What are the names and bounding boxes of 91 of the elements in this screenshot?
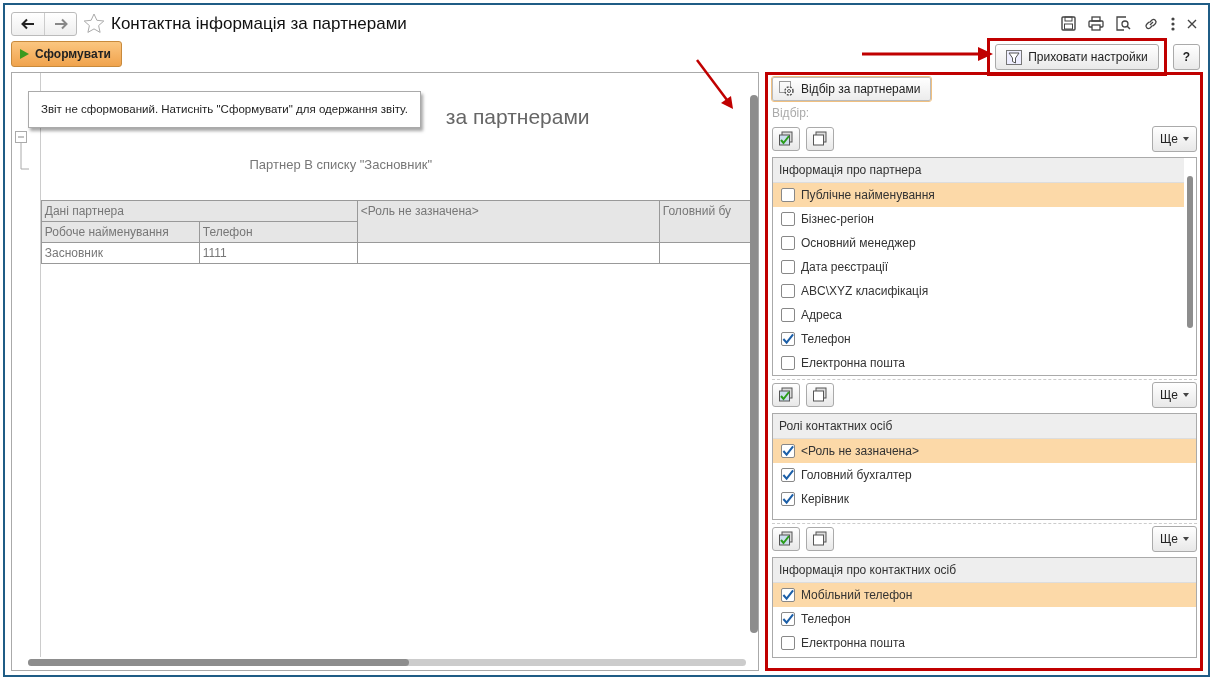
checkbox-label: ABC\XYZ класифікація <box>800 283 929 300</box>
uncheck-all-button[interactable] <box>805 383 834 407</box>
checkbox-label: Дата реєстрації <box>800 259 889 276</box>
table-cell: Засновник <box>41 242 200 264</box>
report-title: за партнерами <box>445 104 591 130</box>
checkbox[interactable] <box>780 332 795 346</box>
list-row[interactable]: Мобільний телефон <box>772 583 1196 607</box>
check-all-button[interactable] <box>771 383 800 407</box>
checkbox[interactable] <box>780 308 795 322</box>
more-icon[interactable] <box>1171 16 1175 31</box>
more-button[interactable]: Ще <box>1152 382 1197 408</box>
check-all-icon <box>777 387 794 403</box>
preview-icon[interactable] <box>1116 16 1131 31</box>
list-row[interactable]: Головний бухгалтер <box>772 463 1196 487</box>
checkbox[interactable] <box>780 612 795 626</box>
tooltip: Звіт не сформований. Натисніть "Сформувати" для одержання звіту. <box>28 91 421 129</box>
checkbox[interactable] <box>780 492 795 506</box>
checkbox-label: Електронна пошта <box>800 635 905 652</box>
uncheck-all-icon <box>811 531 828 547</box>
checkbox[interactable] <box>780 188 795 202</box>
list-row[interactable]: Телефон <box>772 327 1184 351</box>
checkbox-label: Бізнес-регіон <box>800 211 874 228</box>
filter-button[interactable]: Відбір за партнерами <box>771 77 932 101</box>
list-row[interactable]: <Роль не зазначена> <box>772 439 1196 463</box>
filter-label: Відбір: <box>771 105 811 122</box>
more-button[interactable]: Ще <box>1152 526 1197 552</box>
checkbox-label: Електронна пошта <box>800 355 905 372</box>
checkbox[interactable] <box>780 212 795 226</box>
caret-icon <box>1183 393 1189 397</box>
checkbox[interactable] <box>780 284 795 298</box>
horizontal-scrollbar[interactable] <box>28 657 746 667</box>
window-title: Контактна інформація за партнерами <box>111 12 407 35</box>
list-row[interactable]: Адреса <box>772 303 1184 327</box>
checkbox-label: Головний бухгалтер <box>800 467 912 484</box>
filter-settings-icon <box>1006 49 1023 65</box>
table-cell: 1111 <box>199 242 358 264</box>
uncheck-all-icon <box>811 131 828 147</box>
checkbox-label: Основний менеджер <box>800 235 916 252</box>
check-all-icon <box>777 531 794 547</box>
list-row[interactable]: Електронна пошта <box>772 631 1196 655</box>
list-row[interactable]: Дата реєстрації <box>772 255 1184 279</box>
list-row[interactable]: Публічне найменування <box>772 183 1184 207</box>
close-icon[interactable] <box>1187 18 1197 29</box>
checkbox[interactable] <box>780 636 795 650</box>
list-row[interactable]: Керівник <box>772 487 1196 511</box>
caret-icon <box>1183 537 1189 541</box>
checkbox[interactable] <box>780 468 795 482</box>
play-icon <box>20 49 29 59</box>
table-header: Робоче найменування <box>41 221 200 243</box>
uncheck-all-icon <box>811 387 828 403</box>
uncheck-all-button[interactable] <box>805 527 834 551</box>
check-all-icon <box>777 131 794 147</box>
checkbox[interactable] <box>780 260 795 274</box>
list-header: Інформація про контактних осіб <box>772 558 1196 583</box>
list-row[interactable]: Бізнес-регіон <box>772 207 1184 231</box>
more-button[interactable]: Ще <box>1152 126 1197 152</box>
print-icon[interactable] <box>1088 16 1104 31</box>
checkbox[interactable] <box>780 588 795 602</box>
table-header: <Роль не зазначена> <box>357 200 660 243</box>
table-header: Дані партнера <box>41 200 358 222</box>
list-header: Інформація про партнера <box>772 158 1184 183</box>
check-all-button[interactable] <box>771 127 800 151</box>
uncheck-all-button[interactable] <box>805 127 834 151</box>
checkbox-label: Телефон <box>800 331 851 348</box>
checkbox[interactable] <box>780 444 795 458</box>
generate-button[interactable]: Сформувати <box>11 41 122 67</box>
check-all-button[interactable] <box>771 527 800 551</box>
checkbox[interactable] <box>780 236 795 250</box>
checkbox-label: Публічне найменування <box>800 187 935 204</box>
report-filter-text: Партнер В списку "Засновник" <box>248 155 433 174</box>
list-header: Ролі контактних осіб <box>772 414 1196 439</box>
list-row[interactable]: ABC\XYZ класифікація <box>772 279 1184 303</box>
table-header: Головний бу <box>659 200 751 243</box>
forward-arrow-icon <box>53 17 68 30</box>
annotation-arrow <box>696 59 733 109</box>
checkbox-label: Мобільний телефон <box>800 587 913 604</box>
checkbox-label: Адреса <box>800 307 842 324</box>
hide-settings-button[interactable]: Приховати настройки <box>995 44 1159 70</box>
back-arrow-icon <box>21 17 35 30</box>
checkbox-label: Керівник <box>800 491 849 508</box>
checkbox[interactable] <box>780 356 795 370</box>
star-icon[interactable] <box>83 13 105 34</box>
list-row[interactable]: Основний менеджер <box>772 231 1184 255</box>
gear-icon <box>778 81 795 97</box>
checkbox-label: <Роль не зазначена> <box>800 443 919 460</box>
caret-icon <box>1183 137 1189 141</box>
help-button[interactable]: ? <box>1172 44 1200 70</box>
list-row[interactable]: Телефон <box>772 607 1196 631</box>
checkbox-label: Телефон <box>800 611 851 628</box>
save-icon[interactable] <box>1061 16 1076 31</box>
list-row[interactable]: Електронна пошта <box>772 351 1184 375</box>
